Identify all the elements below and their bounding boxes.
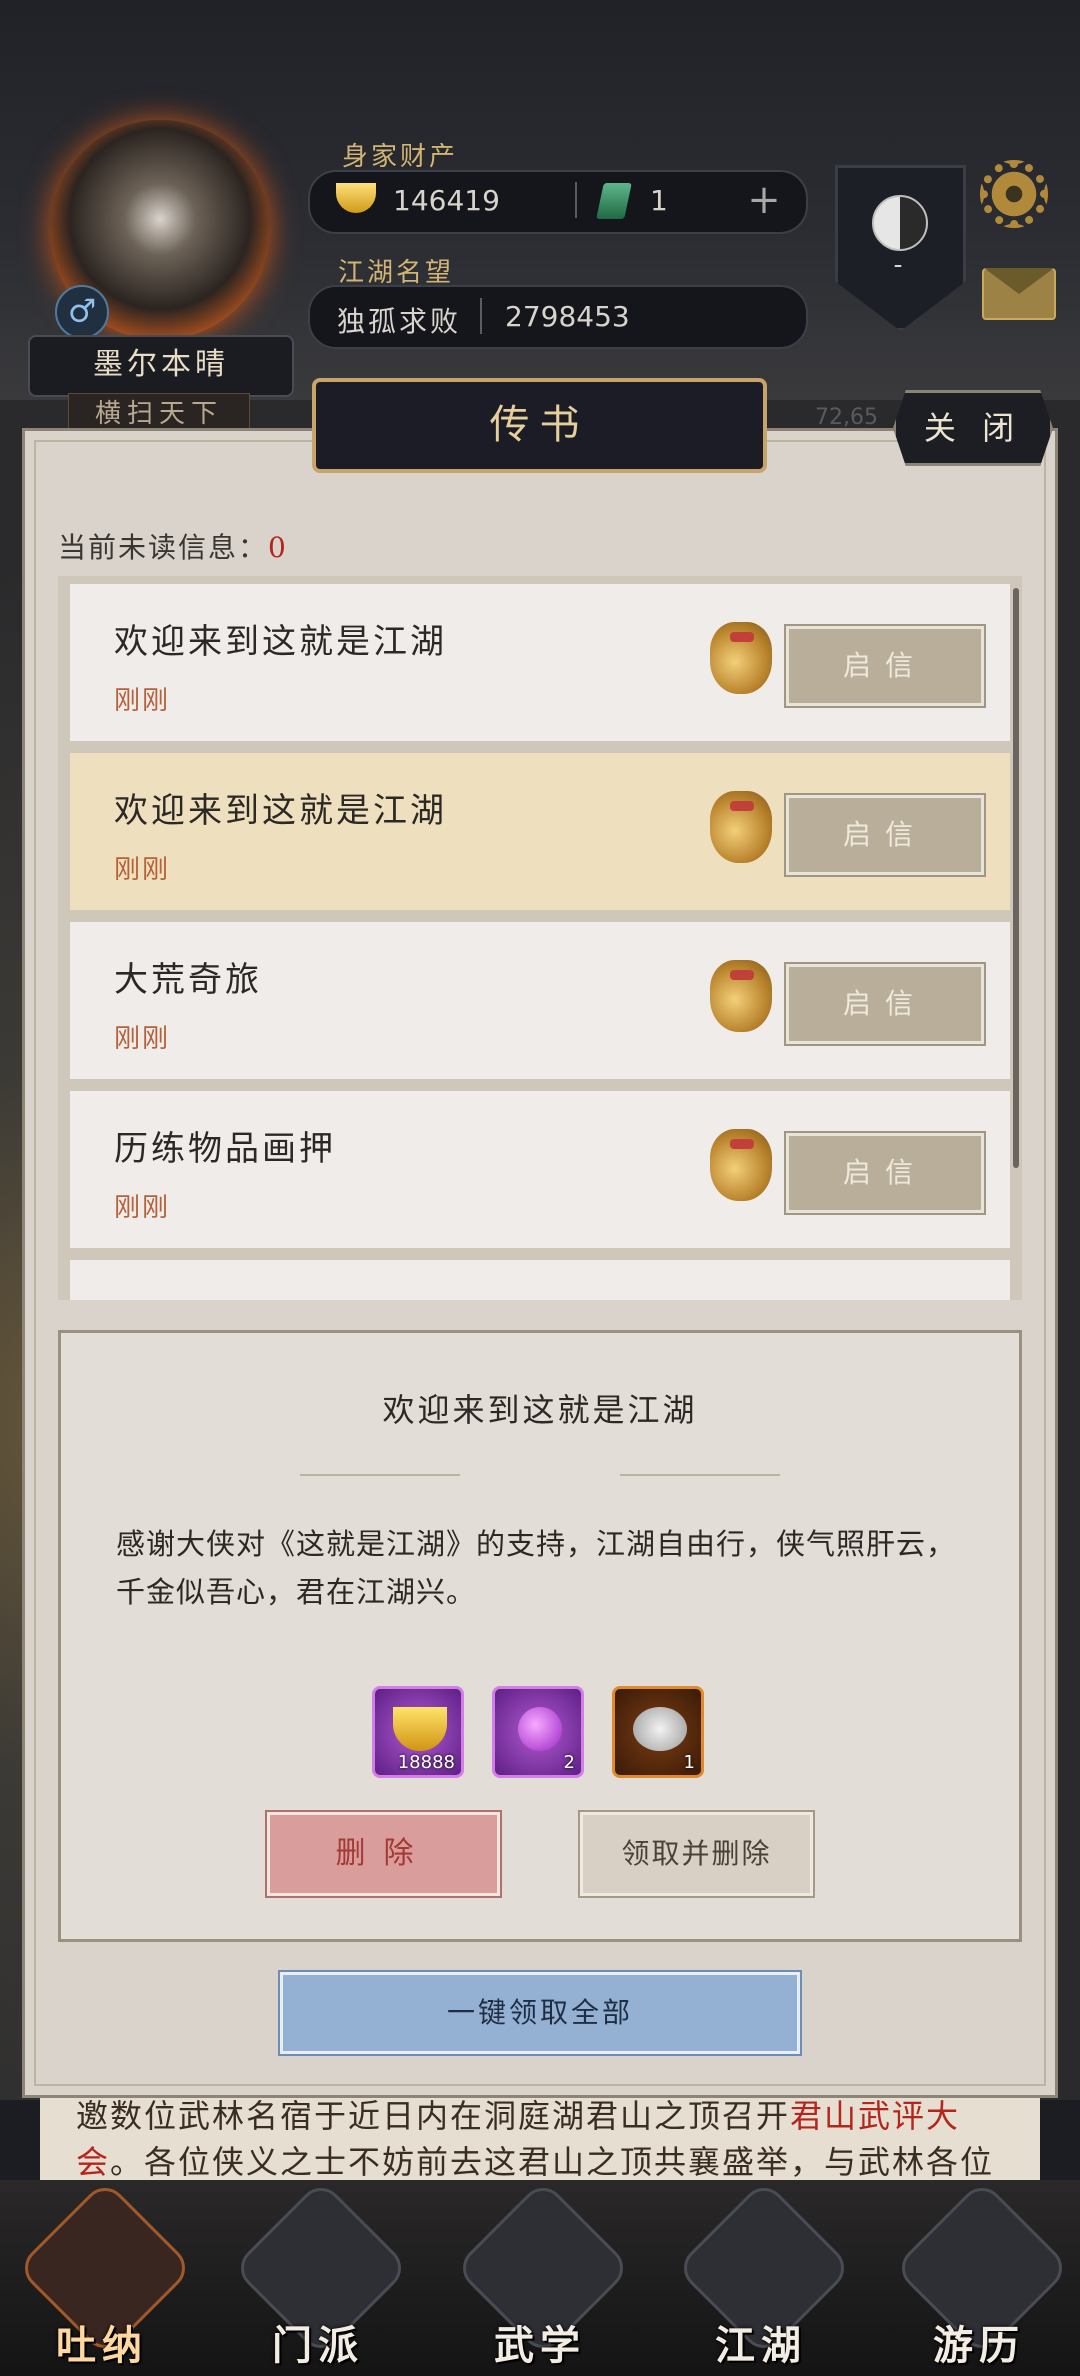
- nav-item-jianghu[interactable]: 江湖: [674, 2178, 854, 2369]
- add-currency-button[interactable]: +: [742, 180, 786, 224]
- male-gender-icon: ♂: [55, 285, 109, 339]
- open-letter-button[interactable]: 启信: [784, 624, 986, 708]
- reward-slot[interactable]: 18888: [372, 1686, 464, 1778]
- message-item-selected[interactable]: 欢迎来到这就是江湖 刚刚 启信: [70, 753, 1010, 910]
- unread-info: 当前未读信息：0: [58, 531, 288, 564]
- divider: [620, 1474, 780, 1476]
- pouch-tie: [730, 632, 754, 642]
- reward-count: 1: [683, 1752, 695, 1773]
- close-button[interactable]: 关 闭: [893, 390, 1053, 466]
- message-time: 刚刚: [114, 1193, 171, 1223]
- nav-label: 江湖: [715, 2322, 807, 2369]
- dialog-title: 传书: [312, 378, 767, 473]
- reward-slot[interactable]: 2: [492, 1686, 584, 1778]
- jade-value: 1: [650, 184, 668, 217]
- message-time: 刚刚: [114, 686, 171, 716]
- nav-label: 武学: [494, 2322, 586, 2369]
- reward-count: 2: [563, 1752, 575, 1773]
- delete-button[interactable]: 删除: [265, 1810, 502, 1898]
- player-name: 墨尔本晴: [28, 335, 294, 397]
- silver-item-icon: [633, 1707, 687, 1751]
- message-list-scrollbar[interactable]: [1013, 588, 1019, 1168]
- open-letter-button[interactable]: 启信: [784, 962, 986, 1046]
- gear-icon[interactable]: [980, 160, 1048, 228]
- nav-item-tuna[interactable]: 吐纳: [15, 2178, 195, 2369]
- mail-flap: [984, 268, 1054, 294]
- wealth-bar: [308, 170, 808, 234]
- nav-label: 吐纳: [56, 2322, 148, 2369]
- fame-value: 2798453: [505, 300, 630, 333]
- purple-orb-icon: [518, 1707, 562, 1751]
- gold-value: 146419: [393, 184, 500, 217]
- message-item[interactable]: 欢迎来到这就是江湖 刚刚 启信: [70, 584, 1010, 741]
- message-time: 刚刚: [114, 855, 171, 885]
- nav-item-sect[interactable]: 门派: [231, 2178, 411, 2369]
- fame-title: 独孤求败: [337, 305, 462, 338]
- nav-item-martial-arts[interactable]: 武学: [453, 2178, 633, 2369]
- yinyang-icon: [872, 195, 928, 251]
- nav-label: 游历: [933, 2322, 1025, 2369]
- reward-slot[interactable]: 1: [612, 1686, 704, 1778]
- wealth-label: 身家财产: [342, 142, 459, 172]
- divider: [575, 182, 577, 218]
- gold-ingot-icon: [393, 1707, 447, 1751]
- message-title: 历练物品画押: [114, 1129, 336, 1169]
- announcement-text: 邀数位武林名宿于近日内在洞庭湖君山之顶召开君山武评大会。各位侠义之士不妨前去这君…: [40, 2085, 1040, 2227]
- nav-label: 门派: [272, 2322, 364, 2369]
- message-item[interactable]: 大荒奇旅 刚刚 启信: [70, 922, 1010, 1079]
- sect-value: -: [893, 250, 903, 280]
- message-title: 大荒奇旅: [114, 960, 262, 1000]
- open-letter-button[interactable]: 启信: [784, 1131, 986, 1215]
- unread-count: 0: [268, 531, 288, 564]
- pouch-tie: [730, 801, 754, 811]
- divider: [300, 1474, 460, 1476]
- detail-body: 感谢大侠对《这就是江湖》的支持，江湖自由行，侠气照肝云，千金似吾心，君在江湖兴。: [116, 1527, 957, 1609]
- claim-all-button[interactable]: 一键领取全部: [278, 1970, 802, 2056]
- message-title: 欢迎来到这就是江湖: [114, 791, 447, 831]
- pouch-tie: [730, 970, 754, 980]
- open-letter-button[interactable]: 启信: [784, 793, 986, 877]
- detail-title: 欢迎来到这就是江湖: [382, 1391, 698, 1429]
- claim-and-delete-button[interactable]: 领取并删除: [578, 1810, 815, 1898]
- message-time: 刚刚: [114, 1024, 171, 1054]
- message-item[interactable]: 历练物品画押 刚刚 启信: [70, 1091, 1010, 1248]
- message-list[interactable]: 欢迎来到这就是江湖 刚刚 启信 欢迎来到这就是江湖 刚刚 启信 大荒奇旅 刚刚 …: [58, 576, 1022, 1300]
- divider: [480, 298, 482, 334]
- background-number: 72,65: [815, 405, 878, 430]
- nav-item-travel[interactable]: 游历: [892, 2178, 1072, 2369]
- pouch-tie: [730, 1139, 754, 1149]
- reward-count: 18888: [397, 1752, 455, 1773]
- message-title: 欢迎来到这就是江湖: [114, 622, 447, 662]
- message-item-partial[interactable]: [70, 1260, 1010, 1300]
- fame-label: 江湖名望: [338, 258, 455, 288]
